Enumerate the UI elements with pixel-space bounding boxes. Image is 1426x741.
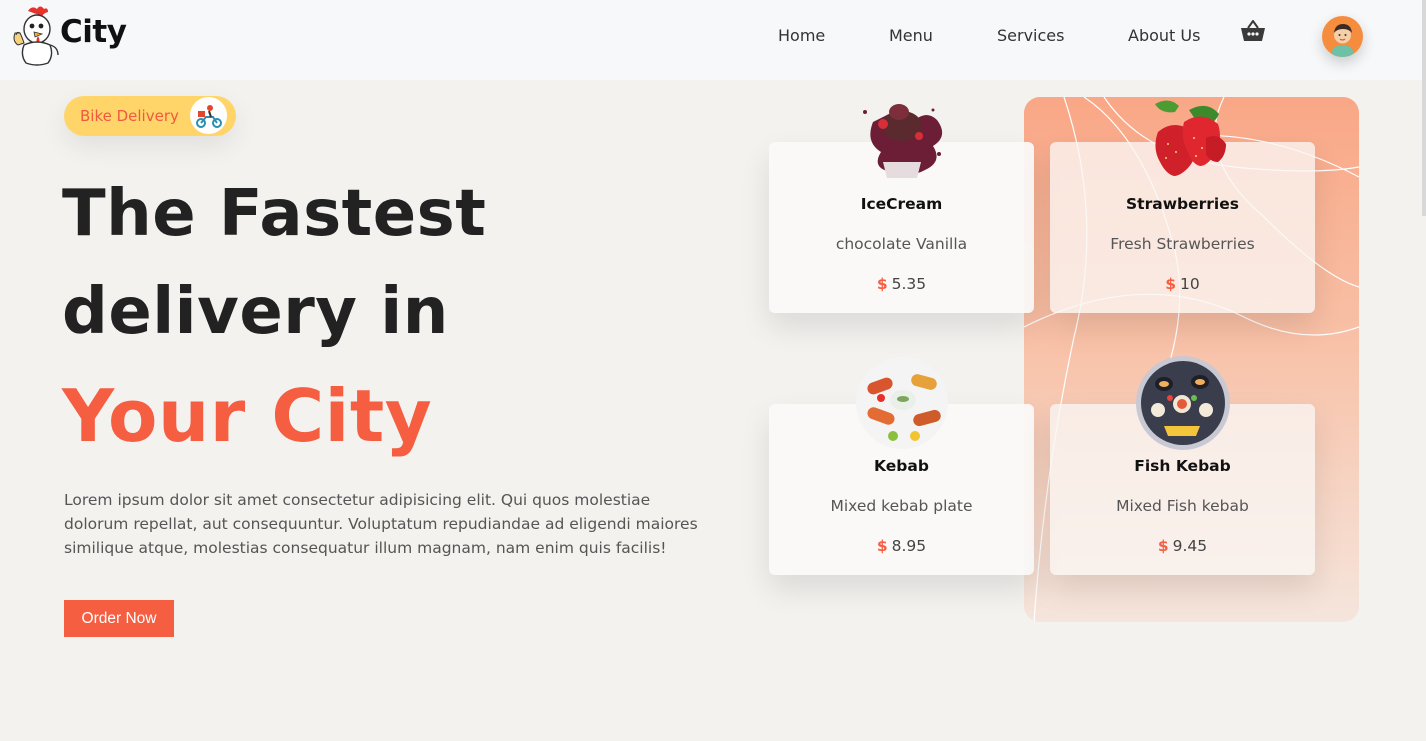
product-subtitle: Fresh Strawberries [1110,235,1255,253]
page-scrollbar[interactable] [1422,0,1426,216]
currency-symbol: $ [876,537,888,555]
seafood-plate-image-icon [1135,356,1230,450]
product-subtitle: Mixed Fish kebab [1116,497,1249,515]
chicken-mascot-icon [13,6,59,66]
hero-description: Lorem ipsum dolor sit amet consectetur a… [64,491,698,557]
headline-line-1: The Fastest [62,177,487,251]
kebab-plate-image-icon [855,357,948,449]
nav-menu[interactable]: Menu [889,26,933,45]
brand-name: City [60,14,127,50]
product-title: Fish Kebab [1134,457,1231,475]
product-title: Strawberries [1126,195,1239,213]
currency-symbol: $ [1165,275,1177,293]
product-title: Kebab [874,457,929,475]
product-subtitle: Mixed kebab plate [830,497,973,515]
basket-icon[interactable] [1240,20,1266,42]
nav-home[interactable]: Home [778,26,825,45]
badge-label: Bike Delivery [80,107,179,125]
product-price: $5.35 [769,275,1034,293]
product-card-fish-kebab[interactable]: Fish Kebab Mixed Fish kebab $9.45 [1050,356,1315,575]
product-card-strawberries[interactable]: Strawberries Fresh Strawberries $10 [1050,100,1315,313]
user-avatar-icon[interactable] [1322,16,1363,57]
order-now-button[interactable]: Order Now [64,600,174,637]
price-value: 10 [1180,275,1200,293]
product-subtitle: chocolate Vanilla [835,235,968,253]
currency-symbol: $ [876,275,888,293]
nav-services[interactable]: Services [997,26,1064,45]
product-price: $10 [1050,275,1315,293]
top-navbar: City Home Menu Services About Us [0,0,1426,80]
strawberries-image-icon [1154,100,1226,176]
headline-city: Your City [62,374,433,458]
price-value: 9.45 [1172,537,1208,555]
nav-about-us[interactable]: About Us [1128,26,1200,45]
currency-symbol: $ [1157,537,1169,555]
product-price: $8.95 [769,537,1034,555]
product-card-icecream[interactable]: IceCream chocolate Vanilla $5.35 [769,104,1034,313]
product-price: $9.45 [1050,537,1315,555]
price-value: 5.35 [891,275,927,293]
price-value: 8.95 [891,537,927,555]
headline-line-2: delivery in [62,275,449,349]
product-card-kebab[interactable]: Kebab Mixed kebab plate $8.95 [769,357,1034,575]
icecream-image-icon [862,104,942,178]
product-title: IceCream [860,195,943,213]
brand-logo[interactable]: City [10,5,127,67]
delivery-scooter-icon [190,97,227,134]
